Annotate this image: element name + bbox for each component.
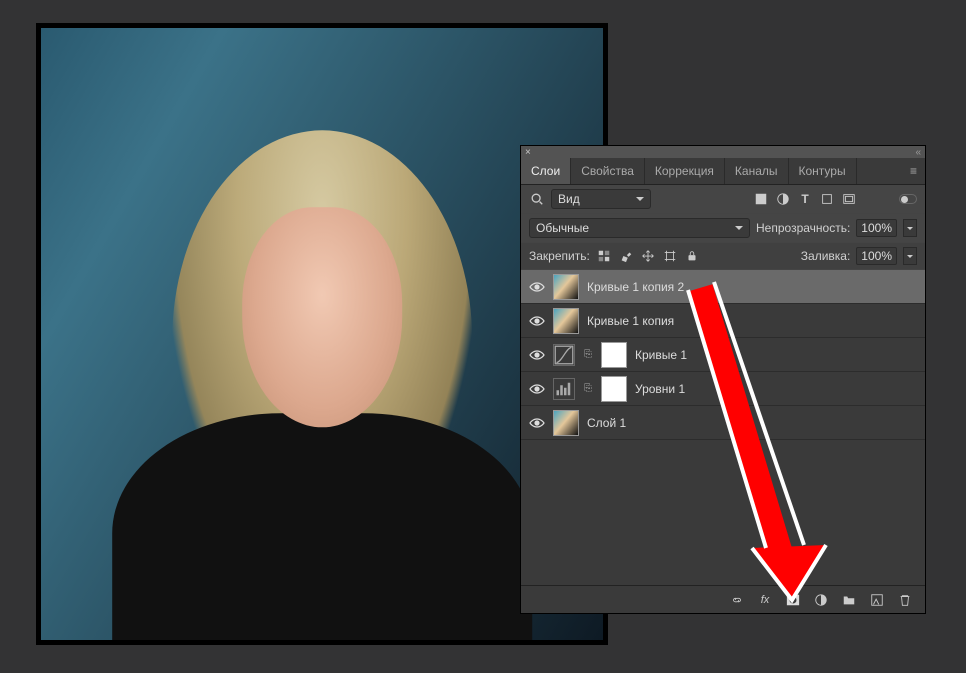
layer-name[interactable]: Кривые 1 копия 2 [587, 280, 684, 294]
visibility-icon[interactable] [529, 381, 545, 397]
filter-toggle-icon[interactable] [899, 194, 917, 204]
visibility-icon[interactable] [529, 347, 545, 363]
layer-row[interactable]: Слой 1 [521, 406, 925, 440]
document-canvas[interactable] [41, 28, 603, 640]
lock-artboard-icon[interactable] [662, 248, 678, 264]
adjustment-curves-icon[interactable] [553, 344, 575, 366]
layer-name[interactable]: Слой 1 [587, 416, 626, 430]
delete-layer-icon[interactable] [897, 592, 913, 608]
blend-row: Обычные Непрозрачность: 100% [521, 214, 925, 243]
layer-mask-thumbnail[interactable] [601, 342, 627, 368]
filter-row: Вид T [521, 185, 925, 214]
tab-properties[interactable]: Свойства [571, 158, 645, 184]
layer-thumbnail[interactable] [553, 274, 579, 300]
tab-adjustments[interactable]: Коррекция [645, 158, 725, 184]
fill-label: Заливка: [801, 249, 851, 263]
fill-dropdown-icon[interactable] [903, 247, 917, 265]
filter-type-icon[interactable]: T [797, 191, 813, 207]
new-adjustment-icon[interactable] [813, 592, 829, 608]
panel-menu-icon[interactable]: ≡ [902, 164, 925, 178]
layer-row[interactable]: Кривые 1 копия 2 [521, 270, 925, 304]
lock-pixels-icon[interactable] [596, 248, 612, 264]
visibility-icon[interactable] [529, 415, 545, 431]
new-group-icon[interactable] [841, 592, 857, 608]
opacity-dropdown-icon[interactable] [903, 219, 917, 237]
adjustment-levels-icon[interactable] [553, 378, 575, 400]
tab-channels[interactable]: Каналы [725, 158, 789, 184]
close-icon[interactable]: × [525, 147, 531, 158]
layer-name[interactable]: Кривые 1 копия [587, 314, 674, 328]
fx-icon[interactable]: fx [757, 592, 773, 608]
layer-thumbnail[interactable] [553, 410, 579, 436]
new-layer-icon[interactable] [869, 592, 885, 608]
fill-value[interactable]: 100% [856, 247, 897, 265]
lock-label: Закрепить: [529, 249, 590, 263]
layer-row[interactable]: Кривые 1 копия [521, 304, 925, 338]
layer-row[interactable]: ⎘ Уровни 1 [521, 372, 925, 406]
lock-row: Закрепить: Заливка: 100% [521, 243, 925, 270]
filter-adjust-icon[interactable] [775, 191, 791, 207]
opacity-label: Непрозрачность: [756, 221, 850, 235]
visibility-icon[interactable] [529, 313, 545, 329]
add-mask-icon[interactable] [785, 592, 801, 608]
blend-mode-select[interactable]: Обычные [529, 218, 750, 238]
lock-brush-icon[interactable] [618, 248, 634, 264]
lock-position-icon[interactable] [640, 248, 656, 264]
blend-mode-value: Обычные [536, 221, 589, 235]
mask-link-icon[interactable]: ⎘ [583, 383, 593, 394]
tab-layers[interactable]: Слои [521, 158, 571, 184]
filter-shape-icon[interactable] [819, 191, 835, 207]
layer-row[interactable]: ⎘ Кривые 1 [521, 338, 925, 372]
visibility-icon[interactable] [529, 279, 545, 295]
link-layers-icon[interactable] [729, 592, 745, 608]
layer-name[interactable]: Кривые 1 [635, 348, 687, 362]
layer-name[interactable]: Уровни 1 [635, 382, 685, 396]
tab-paths[interactable]: Контуры [789, 158, 857, 184]
layer-mask-thumbnail[interactable] [601, 376, 627, 402]
lock-all-icon[interactable] [684, 248, 700, 264]
panel-titlebar[interactable]: × « [521, 146, 925, 158]
layers-list: Кривые 1 копия 2 Кривые 1 копия ⎘ Кривые… [521, 270, 925, 585]
mask-link-icon[interactable]: ⎘ [583, 349, 593, 360]
filter-smart-icon[interactable] [841, 191, 857, 207]
layers-panel: × « Слои Свойства Коррекция Каналы Конту… [520, 145, 926, 614]
filter-pixel-icon[interactable] [753, 191, 769, 207]
filter-type-label: Вид [558, 192, 580, 206]
layer-thumbnail[interactable] [553, 308, 579, 334]
opacity-value[interactable]: 100% [856, 219, 897, 237]
panel-tabs: Слои Свойства Коррекция Каналы Контуры ≡ [521, 158, 925, 185]
collapse-icon[interactable]: « [915, 147, 921, 158]
filter-type-select[interactable]: Вид [551, 189, 651, 209]
panel-footer: fx [521, 585, 925, 613]
search-icon[interactable] [529, 191, 545, 207]
